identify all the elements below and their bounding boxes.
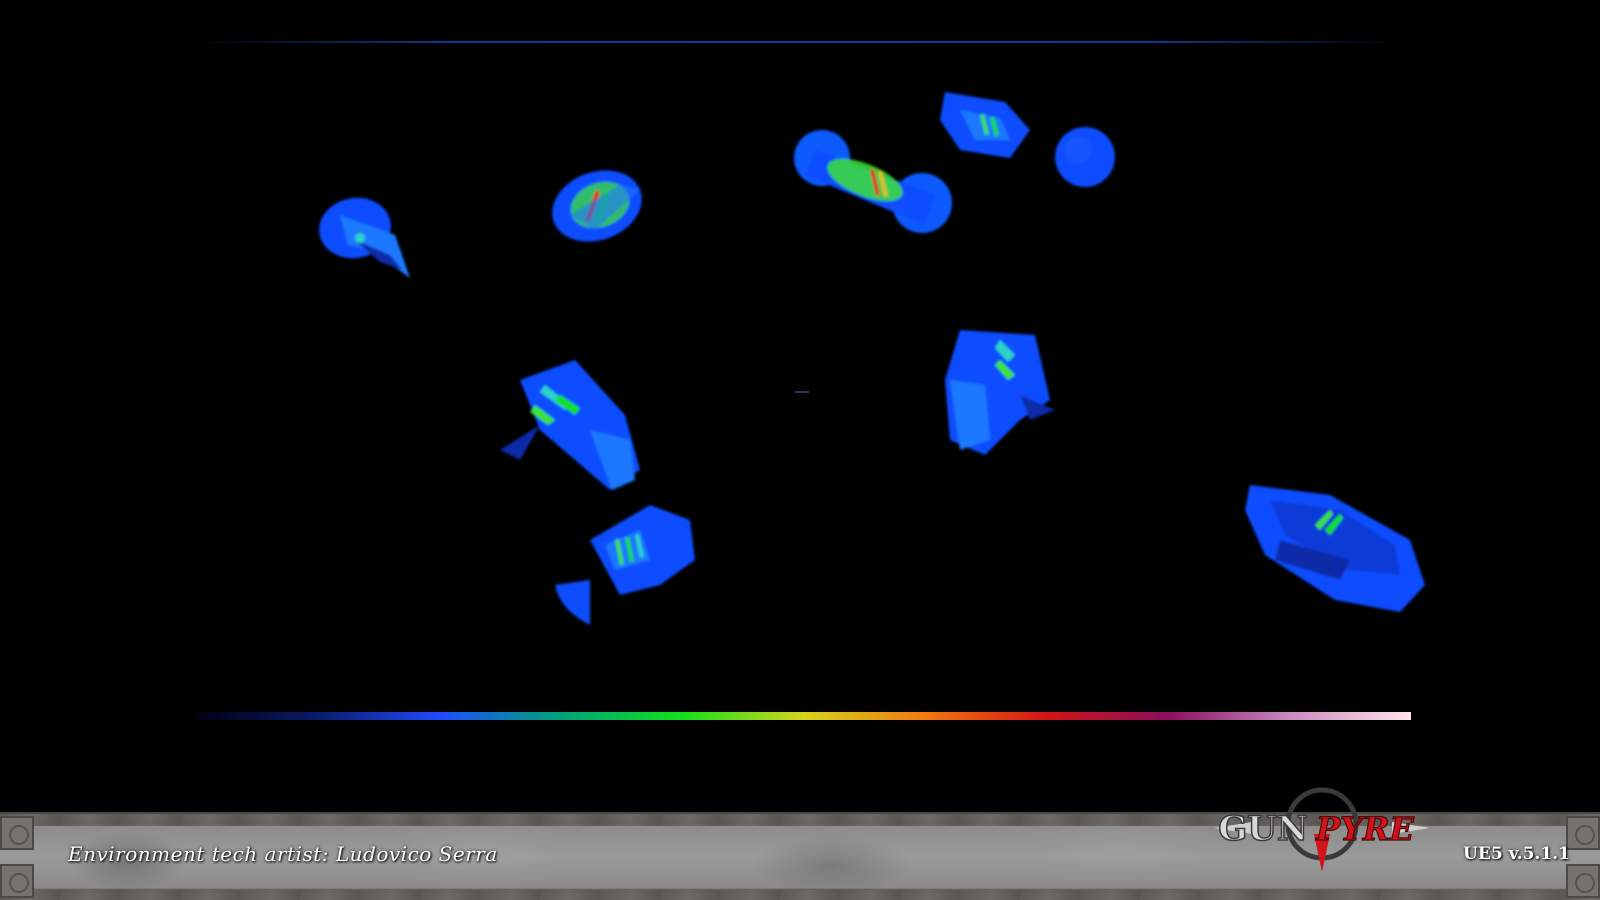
mesh-object-8	[555, 505, 695, 625]
logo-text-gun: GUN	[1218, 809, 1308, 849]
visualization-scene	[319, 92, 1425, 625]
mesh-object-5	[1055, 127, 1115, 187]
center-marker	[795, 391, 809, 393]
mesh-object-1	[319, 197, 410, 278]
mesh-object-6	[500, 360, 640, 490]
mesh-object-4	[940, 92, 1030, 158]
footer-corner-tile-right	[1566, 816, 1600, 850]
footer-corner-tile-left	[0, 816, 34, 850]
mesh-object-7	[945, 330, 1055, 455]
mesh-object-2	[552, 170, 642, 242]
game-viewport[interactable]	[0, 0, 1600, 812]
mesh-object-9	[1245, 485, 1425, 612]
footer-corner-tile-left-bottom	[0, 864, 34, 898]
credit-text: Environment tech artist: Ludovico Serra	[68, 842, 498, 866]
gunpyre-logo: GUN PYRE	[1214, 787, 1430, 872]
version-label: UE5 v.5.1.1	[1463, 844, 1570, 864]
mesh-object-3	[794, 130, 952, 233]
color-scale-legend	[196, 712, 1411, 720]
footer-corner-tile-right-bottom	[1566, 864, 1600, 898]
logo-text-pyre: PYRE	[1315, 810, 1415, 848]
